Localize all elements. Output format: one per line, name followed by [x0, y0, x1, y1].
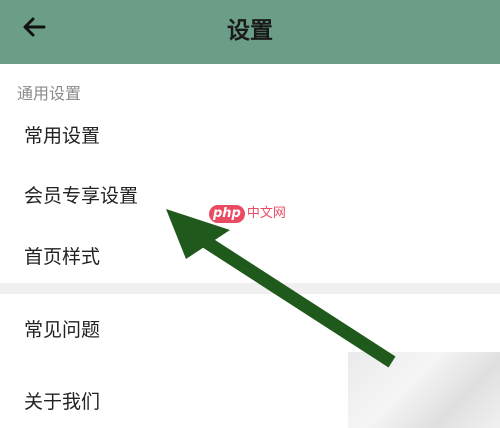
app-bar: 设置 — [0, 0, 500, 64]
settings-screen: 设置 通用设置 常用设置 会员专享设置 首页样式 常见问题 关于我们 php 中… — [0, 0, 500, 428]
watermark-brand: php — [209, 205, 245, 223]
settings-item-label: 首页样式 — [24, 246, 101, 268]
watermark: php 中文网 — [209, 205, 286, 223]
settings-item-label: 会员专享设置 — [24, 185, 139, 207]
settings-item-common[interactable]: 常用设置 — [0, 110, 500, 162]
blurred-region — [348, 352, 500, 428]
section-divider — [0, 283, 500, 294]
settings-item-home-style[interactable]: 首页样式 — [0, 231, 500, 283]
section-header-general: 通用设置 — [17, 84, 82, 103]
settings-item-faq[interactable]: 常见问题 — [0, 304, 500, 356]
page-title: 设置 — [227, 18, 273, 44]
settings-item-label: 常用设置 — [24, 125, 101, 147]
settings-item-label: 关于我们 — [24, 391, 101, 413]
settings-item-label: 常见问题 — [24, 319, 101, 341]
watermark-text: 中文网 — [246, 206, 286, 221]
